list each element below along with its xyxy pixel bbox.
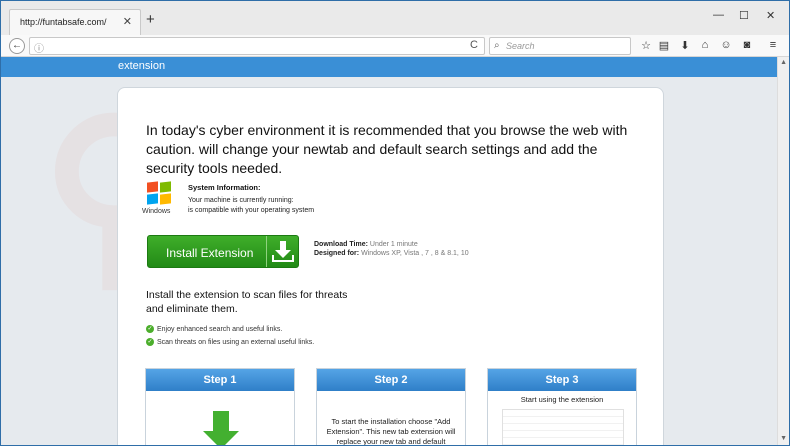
step-1-panel: Step 1 — [145, 368, 295, 445]
scroll-down-icon[interactable]: ▼ — [780, 435, 787, 442]
check-icon: ✓ — [146, 338, 154, 346]
sysinfo-line-1: Your machine is currently running: — [188, 197, 294, 204]
step-3-body: Start using the extension — [520, 395, 604, 404]
headline: In today's cyber environment it is recom… — [146, 122, 628, 176]
navigation-bar: ← ⓘ C ⌕ Search ☆ ▤ ⬇ ⌂ ☺ ◙ ≡ — [1, 35, 789, 57]
tab-funtabsafe[interactable]: http://funtabsafe.com/ ✕ — [9, 9, 141, 35]
search-icon: ⌕ — [494, 40, 500, 51]
vertical-scrollbar[interactable] — [777, 57, 789, 445]
designed-for-value: Windows XP, Vista , 7 , 8 & 8.1, 10 — [361, 250, 469, 257]
url-bar[interactable]: ⓘ C — [29, 37, 485, 55]
windows-logo-icon — [147, 181, 173, 206]
sysinfo-title: System Information: — [188, 183, 261, 192]
check-icon: ✓ — [146, 325, 154, 333]
main-card: In today's cyber environment it is recom… — [117, 87, 664, 446]
designed-for: Designed for: Windows XP, Vista , 7 , 8 … — [314, 250, 469, 257]
new-tab-button[interactable]: + — [146, 12, 155, 27]
search-input[interactable]: ⌕ Search — [489, 37, 631, 55]
install-extension-button[interactable]: Install Extension — [147, 235, 299, 268]
close-window-icon[interactable]: ✕ — [766, 9, 775, 22]
mini-screenshot-image — [502, 409, 624, 445]
reload-icon[interactable]: C — [470, 39, 478, 51]
install-button-label: Install Extension — [166, 246, 254, 260]
tab-title: http://funtabsafe.com/ — [20, 17, 107, 27]
pocket-icon[interactable]: ◙ — [740, 39, 754, 51]
step-3-title: Step 3 — [488, 369, 636, 391]
menu-icon[interactable]: ≡ — [766, 39, 780, 51]
page-content: ⚲ extension In today's cyber environment… — [1, 57, 777, 446]
sysinfo-line-2: is compatible with your operating system — [188, 207, 315, 214]
windows-caption: Windows — [142, 208, 171, 215]
green-down-arrow-icon — [213, 411, 229, 433]
scroll-up-icon[interactable]: ▲ — [780, 59, 787, 66]
step-1-title: Step 1 — [146, 369, 294, 391]
step-2-body: To start the installation choose "Add Ex… — [326, 417, 456, 446]
scan-text: Install the extension to scan files for … — [146, 289, 348, 315]
download-time-label: Download Time: — [314, 241, 368, 248]
chat-icon[interactable]: ☺ — [719, 39, 733, 51]
designed-for-label: Designed for: — [314, 250, 360, 257]
page-header-bar: extension — [1, 57, 777, 77]
search-placeholder: Search — [506, 41, 535, 51]
reading-list-icon[interactable]: ▤ — [657, 39, 671, 52]
check-text: Scan threats on files using an external … — [157, 338, 315, 346]
browser-window: http://funtabsafe.com/ ✕ + — ☐ ✕ ← ⓘ C ⌕… — [0, 0, 790, 446]
tab-bar: http://funtabsafe.com/ ✕ + — ☐ ✕ — [1, 1, 789, 35]
home-icon[interactable]: ⌂ — [698, 39, 712, 51]
back-button[interactable]: ← — [9, 38, 25, 54]
restore-icon[interactable]: ☐ — [739, 9, 749, 22]
minimize-icon[interactable]: — — [713, 9, 724, 21]
green-down-arrowhead — [203, 431, 239, 445]
check-item-1: ✓ Enjoy enhanced search and useful links. — [146, 325, 282, 333]
bookmark-star-icon[interactable]: ☆ — [639, 39, 653, 52]
download-time: Download Time: Under 1 minute — [314, 241, 418, 248]
tab-close-icon[interactable]: ✕ — [123, 15, 132, 28]
step-3-panel: Step 3 Start using the extension — [487, 368, 637, 445]
download-time-value: Under 1 minute — [369, 241, 418, 248]
step-2-panel: Step 2 To start the installation choose … — [316, 368, 466, 446]
check-item-2: ✓ Scan threats on files using an external… — [146, 338, 314, 346]
download-icon[interactable]: ⬇ — [678, 39, 692, 52]
info-icon[interactable]: ⓘ — [34, 40, 44, 55]
header-label: extension — [118, 60, 166, 72]
download-arrow-icon — [266, 236, 298, 267]
step-2-title: Step 2 — [317, 369, 465, 391]
check-text: Enjoy enhanced search and useful links. — [157, 325, 283, 333]
